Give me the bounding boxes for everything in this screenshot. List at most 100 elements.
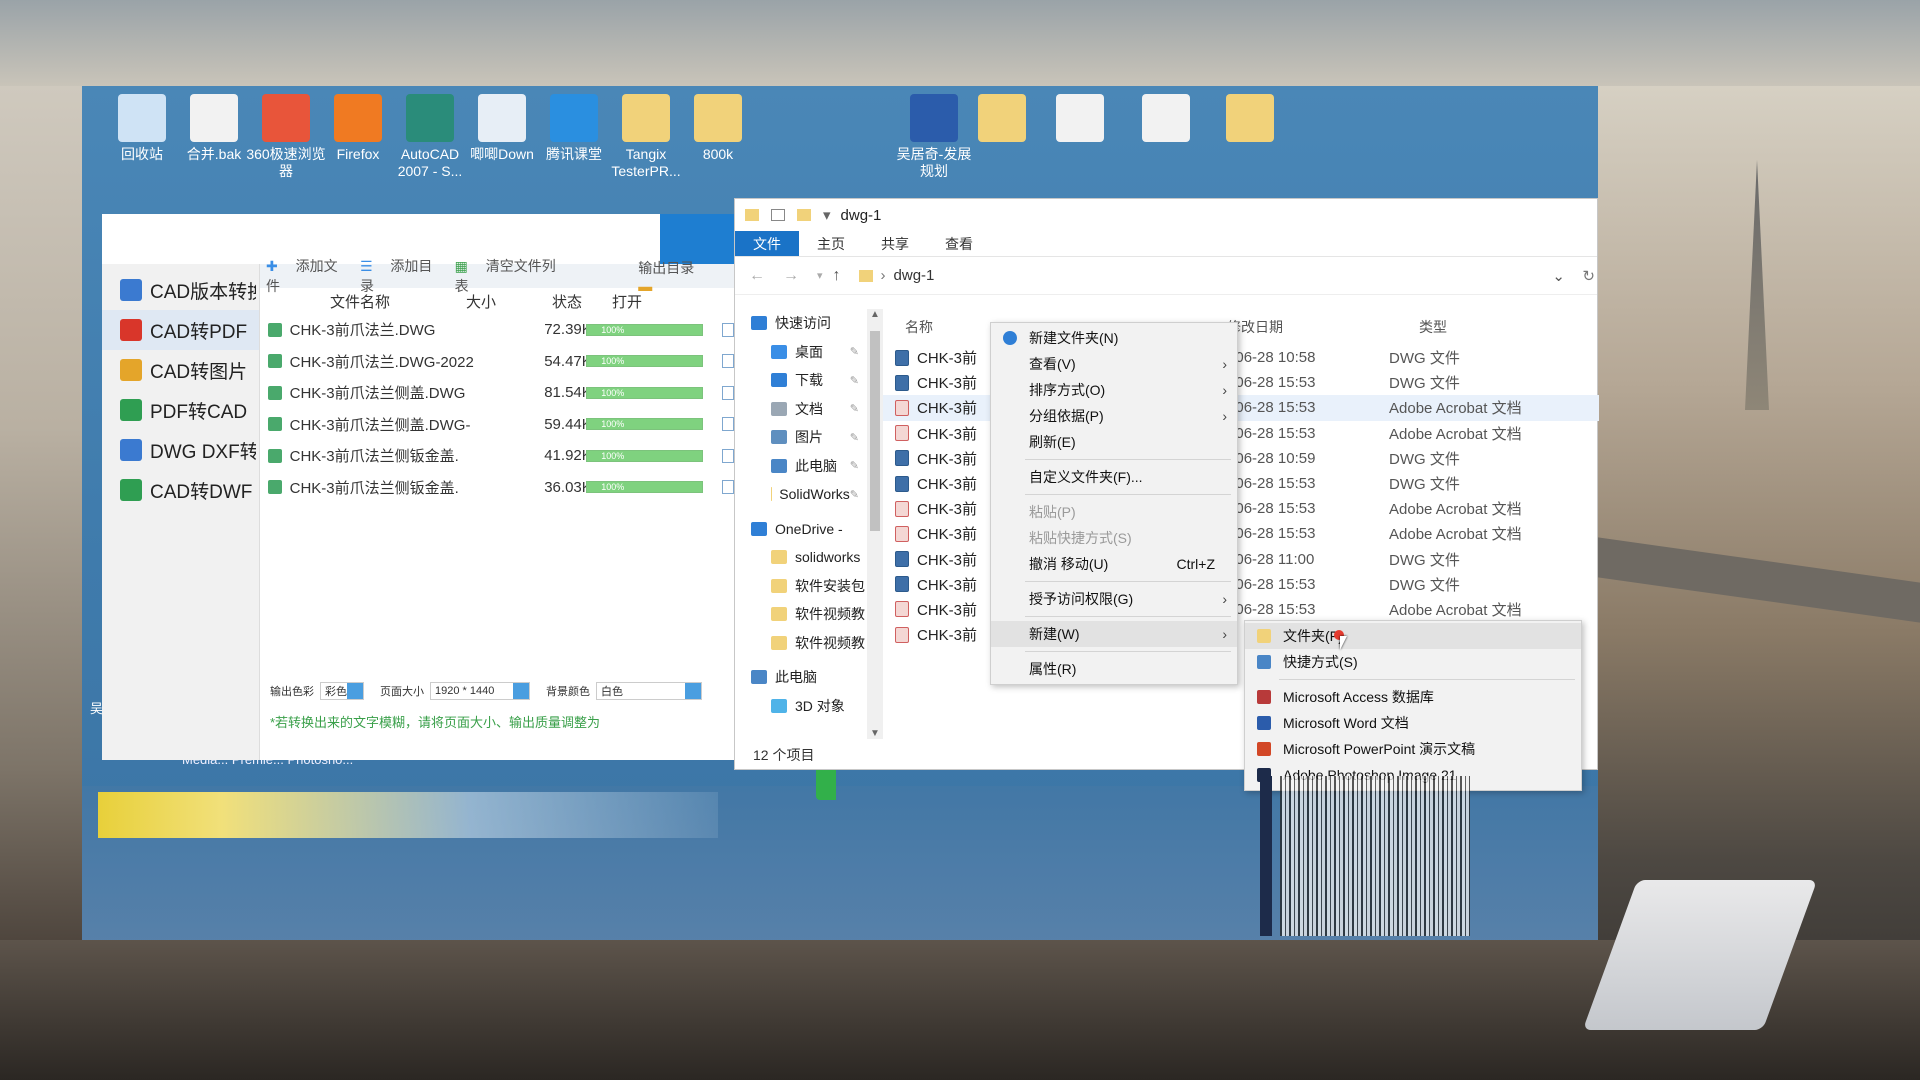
menu-item[interactable]: Microsoft Access 数据库 (1245, 684, 1581, 710)
cad-nav-item[interactable]: CAD转PDF (102, 310, 259, 350)
nav-item[interactable]: 此电脑 ✎ (735, 452, 867, 481)
file-name: CHK-3前爪法兰侧钣金盖. (289, 479, 459, 497)
menu-item[interactable]: 查看(V) › (991, 351, 1237, 377)
menu-item[interactable]: 新建(W) › (991, 621, 1237, 647)
desktop-shortcut[interactable]: 腾讯课堂 (534, 86, 614, 163)
this-pc-icon (751, 670, 767, 685)
desktop-shortcut-label: 回收站 (121, 146, 163, 162)
open-file-icon[interactable] (722, 322, 734, 337)
scroll-down-icon[interactable]: ▼ (867, 728, 883, 739)
pdf-file-icon (895, 500, 909, 517)
nav-item[interactable]: SolidWorks ✎ (735, 480, 867, 509)
table-row[interactable]: CHK-3前爪法兰.DWG 72.39KB 100% (260, 314, 734, 346)
table-row[interactable]: CHK-3前爪法兰侧盖.DWG- 59.44KB 100% (260, 409, 734, 441)
back-arrow-icon[interactable]: ← (749, 267, 765, 285)
tab-view[interactable]: 查看 (927, 231, 991, 256)
menu-item[interactable]: 撤消 移动(U) Ctrl+Z (991, 551, 1237, 577)
forward-arrow-icon[interactable]: → (783, 267, 799, 285)
address-dropdown-icon[interactable]: ⌄ (1552, 267, 1565, 285)
open-file-icon[interactable] (722, 448, 734, 463)
desktop-shortcut[interactable]: AutoCAD 2007 - S... (390, 86, 470, 180)
menu-item[interactable]: 属性(R) (991, 656, 1237, 682)
menu-item[interactable]: 分组依据(P) › (991, 403, 1237, 429)
tab-share[interactable]: 共享 (863, 231, 927, 256)
nav-item[interactable]: 此电脑 (735, 663, 867, 692)
progress-text: 100% (601, 356, 625, 367)
new-folder-icon[interactable] (797, 209, 811, 221)
up-arrow-icon[interactable]: ↑ (833, 267, 841, 285)
desktop-shortcut[interactable]: 唧唧Down (462, 86, 542, 163)
scroll-up-icon[interactable]: ▲ (867, 309, 883, 320)
menu-item[interactable]: Microsoft PowerPoint 演示文稿 (1245, 736, 1581, 762)
col-type[interactable]: 类型 (1419, 317, 1569, 337)
desktop-shortcut[interactable]: 合并.bak (174, 86, 254, 163)
open-file-icon[interactable] (722, 417, 734, 432)
menu-item[interactable]: 新建文件夹(N) (991, 325, 1237, 351)
output-dir-button[interactable]: 输出目录 ▬ (638, 258, 720, 294)
pdf-file-icon (895, 399, 909, 416)
file-size: 54.47KB (544, 352, 602, 370)
menu-item[interactable]: 授予访问权限(G) › (991, 586, 1237, 612)
open-file-icon[interactable] (722, 480, 734, 495)
nav-item[interactable]: 软件安装包 (735, 572, 867, 601)
autocad-icon (406, 94, 454, 142)
cad-nav-item[interactable]: CAD转图片 (102, 350, 259, 390)
properties-icon[interactable] (771, 209, 785, 221)
desktop-shortcut-label: 吴居奇-发展规划 (896, 146, 972, 179)
refresh-icon[interactable]: ↻ (1582, 267, 1595, 285)
clear-list-label: 清空文件列表 (454, 258, 556, 294)
desktop-shortcut[interactable]: Firefox (318, 86, 398, 163)
bg-color-select[interactable]: 白色 (596, 682, 702, 700)
tab-home[interactable]: 主页 (799, 231, 863, 256)
nav-item[interactable]: 软件视频教 (735, 600, 867, 629)
desktop-shortcut[interactable]: Tangix TesterPR... (606, 86, 686, 180)
desktop-shortcut[interactable] (962, 86, 1042, 146)
recent-dropdown-icon[interactable]: ▾ (817, 269, 823, 282)
desktop-shortcut[interactable]: 800k (678, 86, 758, 163)
color-select[interactable]: 彩色 (320, 682, 364, 700)
menu-item-label: Microsoft PowerPoint 演示文稿 (1283, 741, 1476, 757)
cad-nav-label: PDF转CAD (150, 401, 248, 423)
nav-scrollbar[interactable]: ▲ ▼ (867, 309, 883, 739)
table-row[interactable]: CHK-3前爪法兰侧钣金盖. 36.03KB 100% (260, 472, 734, 504)
nav-item[interactable]: OneDrive - (735, 515, 867, 544)
desktop-shortcut[interactable] (1126, 86, 1206, 146)
desktop-shortcut[interactable]: 360极速浏览器 (246, 86, 326, 180)
chevron-down-icon (347, 683, 363, 699)
pdf-file-icon (895, 626, 909, 643)
table-row[interactable]: CHK-3前爪法兰.DWG-2022 54.47KB 100% (260, 346, 734, 378)
quick-access-dropdown-icon[interactable]: ▾ (823, 206, 831, 224)
desktop-shortcut[interactable] (1210, 86, 1290, 146)
menu-item[interactable]: 排序方式(O) › (991, 377, 1237, 403)
page-size-select[interactable]: 1920 * 1440 (430, 682, 530, 700)
cad-nav-item[interactable]: CAD版本转换 (102, 270, 259, 310)
table-row[interactable]: CHK-3前爪法兰侧钣金盖. 41.92KB 100% (260, 440, 734, 472)
menu-item[interactable]: 自定义文件夹(F)... (991, 464, 1237, 490)
open-file-icon[interactable] (722, 385, 734, 400)
table-row[interactable]: CHK-3前爪法兰侧盖.DWG 81.54KB 100% (260, 377, 734, 409)
breadcrumb-path[interactable]: dwg-1 (894, 267, 935, 284)
nav-item[interactable]: 下载 ✎ (735, 366, 867, 395)
nav-item[interactable]: 文档 ✎ (735, 395, 867, 424)
cad-nav-item[interactable]: PDF转CAD (102, 390, 259, 430)
desktop-shortcut[interactable] (1040, 86, 1120, 146)
nav-item[interactable]: solidworks (735, 543, 867, 572)
glitch-artifact (1280, 776, 1470, 936)
nav-item[interactable]: 图片 ✎ (735, 423, 867, 452)
menu-item[interactable]: 快捷方式(S) (1245, 649, 1581, 675)
menu-item[interactable]: Microsoft Word 文档 (1245, 710, 1581, 736)
chevron-down-icon (685, 683, 701, 699)
nav-item[interactable]: 桌面 ✎ (735, 338, 867, 367)
col-date[interactable]: 修改日期 (1227, 317, 1419, 337)
nav-item[interactable]: 快速访问 (735, 309, 867, 338)
menu-item[interactable]: 文件夹(F) (1245, 623, 1581, 649)
menu-item[interactable]: 刷新(E) (991, 429, 1237, 455)
nav-item[interactable]: 软件视频教 (735, 629, 867, 658)
cad-nav-item[interactable]: CAD转DWF (102, 470, 259, 510)
desktop-shortcut[interactable]: 回收站 (102, 86, 182, 163)
cad-nav-item[interactable]: DWG DXF转换 (102, 430, 259, 470)
tab-file[interactable]: 文件 (735, 231, 799, 256)
open-file-icon[interactable] (722, 354, 734, 369)
nav-scroll-thumb[interactable] (870, 331, 880, 531)
nav-item[interactable]: 3D 对象 (735, 692, 867, 721)
